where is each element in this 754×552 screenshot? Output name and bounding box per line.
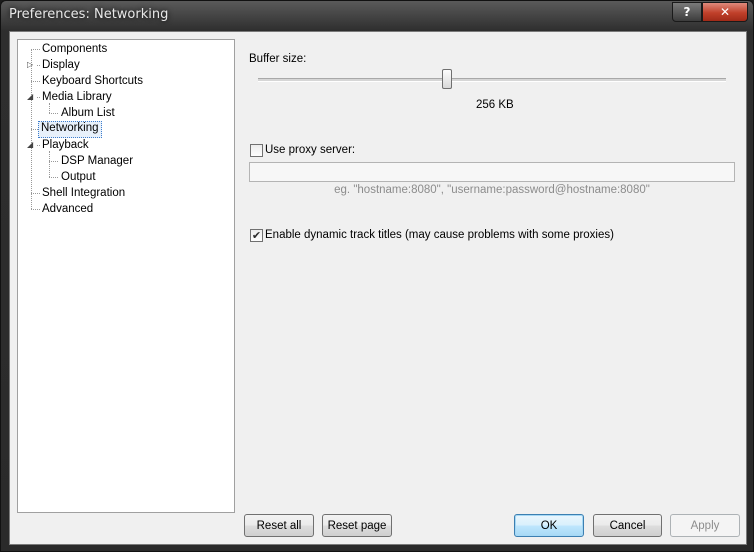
buffer-size-slider-track[interactable] bbox=[258, 78, 726, 82]
dynamic-titles-label[interactable]: Enable dynamic track titles (may cause p… bbox=[265, 229, 614, 241]
preferences-tree[interactable]: ▷ ◢ ◢ Components Display Keyboard Shortc… bbox=[17, 39, 235, 513]
collapse-icon[interactable]: ◢ bbox=[27, 140, 33, 150]
buffer-size-label: Buffer size: bbox=[249, 53, 307, 65]
proxy-server-input[interactable] bbox=[249, 162, 735, 182]
tree-connector bbox=[31, 81, 40, 82]
preferences-window: Preferences: Networking ? ✕ ▷ ◢ ◢ Compon… bbox=[0, 0, 754, 552]
tree-connector bbox=[49, 151, 50, 177]
tree-connector bbox=[31, 49, 40, 50]
tree-connector bbox=[31, 209, 40, 210]
tree-item-keyboard-shortcuts[interactable]: Keyboard Shortcuts bbox=[40, 74, 145, 89]
tree-connector bbox=[49, 177, 58, 178]
tree-item-advanced[interactable]: Advanced bbox=[40, 202, 95, 217]
cancel-button[interactable]: Cancel bbox=[593, 514, 662, 537]
tree-item-components[interactable]: Components bbox=[40, 42, 109, 57]
ok-button[interactable]: OK bbox=[514, 514, 584, 537]
collapse-icon[interactable]: ◢ bbox=[27, 92, 33, 102]
tree-connector bbox=[31, 193, 40, 194]
tree-item-album-list[interactable]: Album List bbox=[59, 106, 117, 121]
tree-connector bbox=[49, 161, 58, 162]
tree-item-networking[interactable]: Networking bbox=[38, 121, 102, 138]
buffer-size-slider-thumb[interactable] bbox=[442, 69, 452, 89]
buffer-size-value: 256 KB bbox=[476, 99, 514, 111]
proxy-hint-text: eg. "hostname:8080", "username:password@… bbox=[334, 184, 650, 196]
tree-item-dsp-manager[interactable]: DSP Manager bbox=[59, 154, 135, 169]
reset-page-button[interactable]: Reset page bbox=[322, 514, 392, 537]
tree-item-output[interactable]: Output bbox=[59, 170, 98, 185]
expand-icon[interactable]: ▷ bbox=[27, 60, 33, 70]
title-bar[interactable]: Preferences: Networking ? ✕ bbox=[1, 1, 753, 31]
apply-button: Apply bbox=[670, 514, 740, 537]
tree-item-shell-integration[interactable]: Shell Integration bbox=[40, 186, 127, 201]
tree-item-playback[interactable]: Playback bbox=[40, 138, 91, 153]
tree-item-media-library[interactable]: Media Library bbox=[40, 90, 114, 105]
dynamic-titles-checkbox[interactable]: ✔ bbox=[250, 229, 263, 242]
window-title: Preferences: Networking bbox=[9, 7, 169, 22]
tree-connector bbox=[49, 113, 58, 114]
use-proxy-checkbox[interactable] bbox=[250, 144, 263, 157]
use-proxy-label[interactable]: Use proxy server: bbox=[265, 144, 355, 156]
close-button[interactable]: ✕ bbox=[702, 2, 748, 22]
dialog-client-area: ▷ ◢ ◢ Components Display Keyboard Shortc… bbox=[9, 31, 747, 545]
reset-all-button[interactable]: Reset all bbox=[244, 514, 314, 537]
help-button[interactable]: ? bbox=[672, 2, 702, 22]
tree-item-display[interactable]: Display bbox=[40, 58, 82, 73]
